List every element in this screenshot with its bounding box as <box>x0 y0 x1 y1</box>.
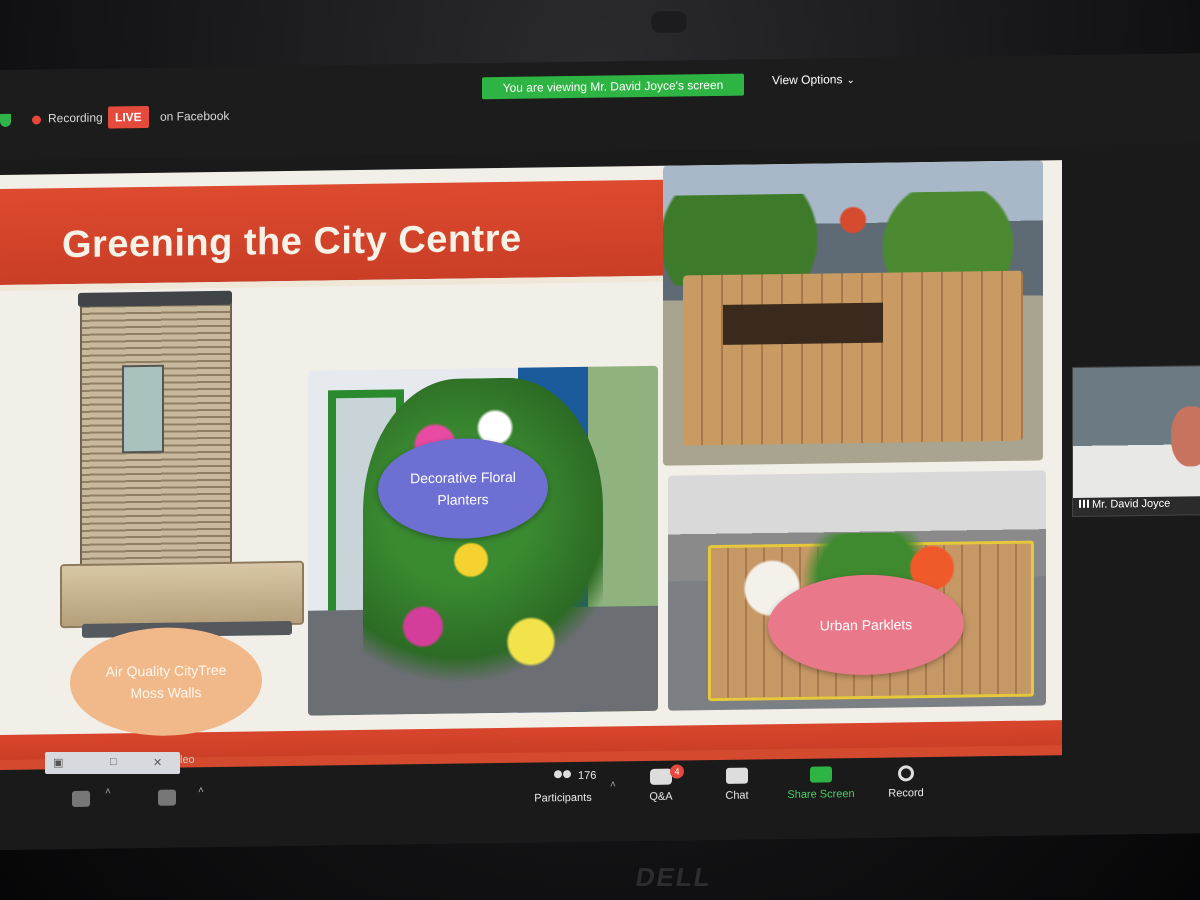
share-screen-icon <box>810 766 832 783</box>
qa-badge: 4 <box>670 764 684 779</box>
participants-chevron-icon[interactable]: ˄ <box>610 779 616 790</box>
share-screen-button[interactable]: Share Screen <box>776 766 866 801</box>
floral-planter-photo <box>308 365 658 716</box>
parklet-deck <box>683 270 1023 446</box>
participants-icon <box>552 770 574 786</box>
parklet-soil <box>723 302 883 345</box>
record-icon <box>898 765 914 782</box>
participant-video <box>1073 366 1200 499</box>
qa-label: Q&A <box>649 790 673 803</box>
parklet-photo-top <box>663 160 1043 466</box>
zoom-camera-icon[interactable]: ▣ <box>53 756 63 769</box>
view-options-button[interactable]: View Options ⌄ <box>772 72 855 87</box>
view-options-label: View Options <box>772 72 843 88</box>
video-options-chevron-icon[interactable]: ˄ <box>198 785 204 796</box>
participant-face <box>1171 406 1200 467</box>
chat-icon <box>726 767 748 784</box>
restore-icon[interactable]: □ <box>110 756 117 768</box>
zoom-window: Recording LIVE on Facebook You are viewi… <box>0 53 1200 850</box>
minimized-window-controls[interactable]: ▣ □ ✕ <box>45 752 180 774</box>
video-off-icon[interactable] <box>158 789 176 806</box>
dell-logo: DELL <box>633 862 715 892</box>
live-destination: on Facebook <box>160 108 230 124</box>
record-label: Record <box>888 787 924 800</box>
slide-title-bar: Greening the City Centre <box>0 179 680 291</box>
participants-count: 176 <box>578 769 597 782</box>
citytree-body <box>80 296 232 568</box>
webcam-icon <box>650 10 688 34</box>
chevron-down-icon: ⌄ <box>846 75 855 87</box>
citytree-base <box>60 560 304 629</box>
meeting-topbar: Recording LIVE on Facebook You are viewi… <box>0 53 1200 160</box>
laptop-bezel: Recording LIVE on Facebook You are viewi… <box>0 0 1200 900</box>
slide-title: Greening the City Centre <box>62 217 522 267</box>
video-label-partial: leo <box>180 754 195 766</box>
meeting-toolbar: ˄ ˄ 176 Participants ˄ 4 Q&A Chat Share … <box>0 753 1200 850</box>
microphone-muted-icon[interactable] <box>72 790 90 807</box>
viewing-screen-banner: You are viewing Mr. David Joyce's screen <box>482 73 744 100</box>
signal-strength-icon <box>1079 499 1089 508</box>
recording-label: Recording <box>48 110 103 126</box>
qa-icon <box>650 768 672 785</box>
participant-name: Mr. David Joyce <box>1092 497 1171 511</box>
record-button[interactable]: Record <box>861 765 951 800</box>
participants-button[interactable]: 176 Participants <box>518 770 608 805</box>
chat-button[interactable]: Chat <box>692 767 782 802</box>
participants-label: Participants <box>534 791 592 805</box>
flower-tower <box>363 376 603 710</box>
security-shield-icon[interactable] <box>0 113 11 127</box>
participant-video-tile[interactable]: Mr. David Joyce <box>1072 365 1200 518</box>
citytree-top <box>78 290 232 307</box>
share-screen-label: Share Screen <box>787 788 855 802</box>
chat-label: Chat <box>725 789 749 802</box>
recording-dot-icon <box>32 115 41 125</box>
close-icon[interactable]: ✕ <box>153 756 162 769</box>
citytree-screen <box>122 364 164 454</box>
live-badge[interactable]: LIVE <box>108 105 149 129</box>
citytree-photo <box>60 290 304 644</box>
participant-name-label: Mr. David Joyce <box>1079 498 1170 511</box>
mic-options-chevron-icon[interactable]: ˄ <box>105 786 111 797</box>
